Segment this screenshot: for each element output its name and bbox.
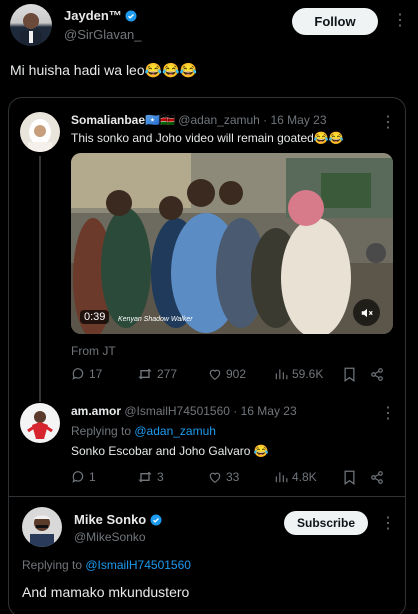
avatar-portrait-icon xyxy=(20,13,42,46)
share-button[interactable] xyxy=(370,367,384,387)
retweet-icon xyxy=(138,368,152,380)
reply-icon xyxy=(72,471,84,483)
bookmark-icon xyxy=(344,470,355,485)
avatar-portrait-icon xyxy=(30,515,54,547)
retweet-button[interactable]: 277 xyxy=(137,367,177,381)
display-name[interactable]: Jayden™ xyxy=(64,8,122,23)
handle[interactable]: @SirGlavan_ xyxy=(64,27,142,42)
tweet-text: Sonko Escobar and Joho Galvaro 😂 xyxy=(71,444,269,458)
avatar-portrait-icon xyxy=(27,411,53,439)
retweet-count: 3 xyxy=(157,470,164,484)
like-button[interactable]: 33 xyxy=(208,470,239,484)
avatar[interactable] xyxy=(20,403,60,443)
follow-button[interactable]: Follow xyxy=(292,8,378,35)
share-icon xyxy=(371,471,383,484)
verified-badge-icon xyxy=(150,514,162,529)
replying-to: Replying to @adan_zamuh xyxy=(71,424,216,438)
display-name[interactable]: Mike Sonko xyxy=(74,512,146,527)
views-button[interactable]: 59.6K xyxy=(274,367,323,381)
retweet-count: 277 xyxy=(157,367,178,381)
reply-button[interactable]: 17 xyxy=(71,367,102,381)
heart-icon xyxy=(209,472,221,483)
mute-button[interactable] xyxy=(353,299,380,326)
more-options-icon[interactable]: ⋮ xyxy=(380,513,397,533)
share-button[interactable] xyxy=(370,470,384,490)
bookmark-icon xyxy=(344,367,355,382)
speaker-muted-icon xyxy=(361,308,373,317)
avatar[interactable] xyxy=(10,4,52,46)
tweet-text: This sonko and Joho video will remain go… xyxy=(71,131,344,145)
replying-to-label: Replying to xyxy=(22,558,86,572)
reply-count: 17 xyxy=(89,367,103,381)
replying-to-label: Replying to xyxy=(71,424,135,438)
display-name[interactable]: am.amor xyxy=(71,404,121,418)
more-options-icon[interactable]: ⋮ xyxy=(380,112,397,132)
replying-to-handle[interactable]: @IsmailH74501560 xyxy=(85,558,191,572)
display-name[interactable]: Somalianbae🇸🇴🇰🇪 xyxy=(71,113,175,127)
avatar[interactable] xyxy=(22,507,62,547)
views-button[interactable]: 4.8K xyxy=(274,470,317,484)
tweet-text: And mamako mkundustero xyxy=(22,584,190,600)
video-thumbnail xyxy=(71,153,393,334)
author-name-row[interactable]: am.amor @IsmailH74501560 · 16 May 23 xyxy=(71,404,297,418)
tweet-meta: @IsmailH74501560 · 16 May 23 xyxy=(124,404,297,418)
subscribe-button[interactable]: Subscribe xyxy=(284,511,368,535)
author-name-row[interactable]: Mike Sonko xyxy=(74,512,162,529)
thread-line xyxy=(39,156,41,402)
reply-button[interactable]: 1 xyxy=(71,470,96,484)
divider xyxy=(9,496,405,497)
heart-icon xyxy=(209,369,221,380)
avatar-portrait-icon xyxy=(28,119,52,152)
like-count: 902 xyxy=(226,367,247,381)
video-player[interactable]: 0:39 Kenyan Shadow Walker xyxy=(71,153,393,334)
views-chart-icon xyxy=(275,369,288,380)
more-options-icon[interactable]: ⋮ xyxy=(380,403,397,423)
like-button[interactable]: 902 xyxy=(208,367,246,381)
share-icon xyxy=(371,368,383,381)
video-duration: 0:39 xyxy=(80,310,110,324)
view-count: 4.8K xyxy=(292,470,317,484)
tweet-meta: @adan_zamuh · 16 May 23 xyxy=(178,113,327,127)
bookmark-button[interactable] xyxy=(343,367,356,387)
view-count: 59.6K xyxy=(292,367,324,381)
tweet-text: Mi huisha hadi wa leo😂😂😂 xyxy=(10,62,197,78)
like-count: 33 xyxy=(226,470,240,484)
reply-count: 1 xyxy=(89,470,96,484)
author-name-row[interactable]: Jayden™ xyxy=(64,8,137,25)
views-chart-icon xyxy=(275,472,288,483)
verified-badge-icon xyxy=(125,10,137,25)
more-options-icon[interactable]: ⋮ xyxy=(392,10,409,30)
replying-to: Replying to @IsmailH74501560 xyxy=(22,558,191,572)
tweet-page: Jayden™ @SirGlavan_ Follow ⋮ Mi huisha h… xyxy=(0,0,418,614)
bookmark-button[interactable] xyxy=(343,470,356,490)
retweet-button[interactable]: 3 xyxy=(137,470,164,484)
avatar[interactable] xyxy=(20,112,60,152)
from-label[interactable]: From JT xyxy=(71,344,116,358)
handle[interactable]: @MikeSonko xyxy=(74,530,146,544)
author-name-row[interactable]: Somalianbae🇸🇴🇰🇪 @adan_zamuh · 16 May 23 xyxy=(71,113,327,127)
reply-icon xyxy=(72,368,84,380)
replying-to-handle[interactable]: @adan_zamuh xyxy=(134,424,216,438)
retweet-icon xyxy=(138,471,152,483)
video-caption: Kenyan Shadow Walker xyxy=(118,316,193,323)
